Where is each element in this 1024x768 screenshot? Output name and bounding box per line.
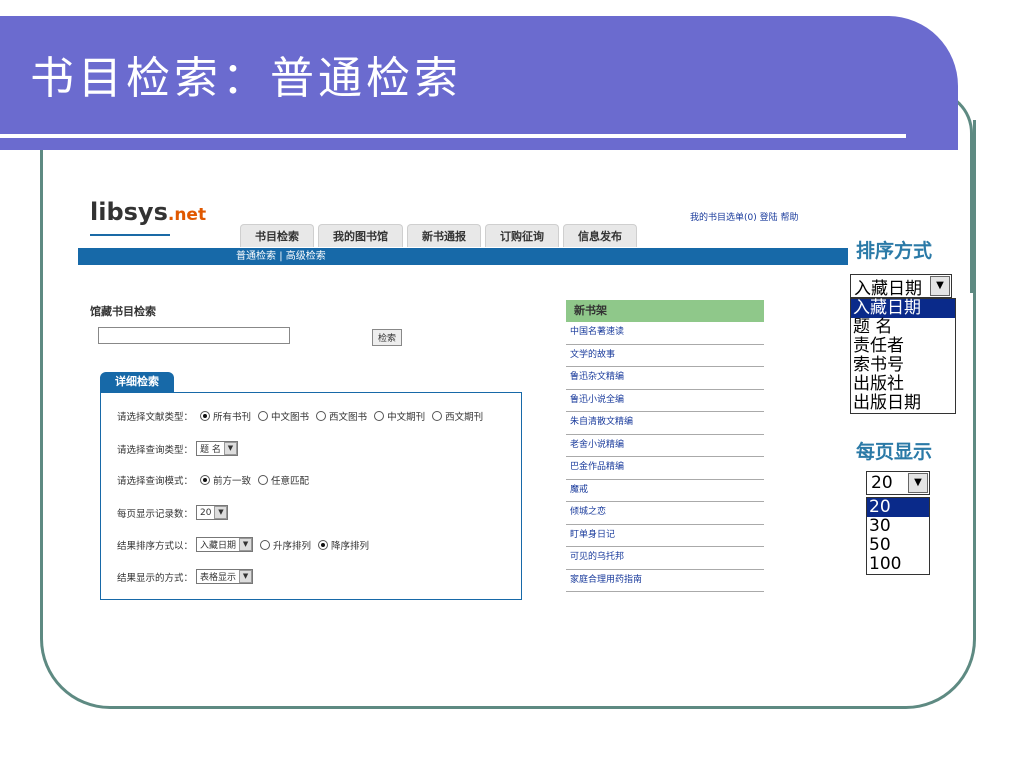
per-page-dropdown-value: 20 xyxy=(871,473,893,493)
subnav-basic-search[interactable]: 普通检索 xyxy=(236,251,276,262)
list-item[interactable]: 鲁迅小说全编 xyxy=(566,390,764,412)
doc-type-radio-west-book[interactable] xyxy=(316,411,327,421)
list-item[interactable]: 中国名著速读 xyxy=(566,322,764,345)
sort-field-select[interactable]: 入藏日期 ▼ xyxy=(196,537,254,552)
tab-new-books[interactable]: 新书通报 xyxy=(407,224,481,247)
mode-radio-prefix[interactable] xyxy=(200,475,211,485)
advanced-search-tab[interactable]: 详细检索 xyxy=(100,372,174,392)
tab-my-library[interactable]: 我的图书馆 xyxy=(318,224,403,247)
query-type-row: 请选择查询类型： 题 名 ▼ xyxy=(117,441,238,456)
doc-type-option: 西文期刊 xyxy=(445,412,484,423)
chevron-down-icon: ▼ xyxy=(908,473,928,493)
list-item[interactable]: 魔戒 xyxy=(566,480,764,502)
sort-row: 结果排序方式以： 入藏日期 ▼ 升序排列 降序排列 xyxy=(117,537,369,552)
per-page-label: 每页显示记录数： xyxy=(117,508,194,520)
doc-type-radio-west-journal[interactable] xyxy=(432,411,443,421)
sort-option[interactable]: 索书号 xyxy=(851,356,955,375)
per-page-option[interactable]: 20 xyxy=(867,498,929,517)
sort-order-option: 降序排列 xyxy=(331,540,370,552)
nav-bar xyxy=(78,248,848,265)
display-row: 结果显示的方式： 表格显示 ▼ xyxy=(117,569,254,584)
list-item[interactable]: 可见的乌托邦 xyxy=(566,547,764,570)
title-divider xyxy=(0,134,906,138)
slide-title: 书目检索：普通检索 xyxy=(30,53,462,104)
sort-dropdown-value: 入藏日期 xyxy=(854,278,922,299)
chevron-down-icon: ▼ xyxy=(223,442,237,455)
sub-nav: 普通检索 | 高级检索 xyxy=(236,249,326,264)
sort-option[interactable]: 题 名 xyxy=(851,318,955,337)
query-mode-row: 请选择查询模式： 前方一致 任意匹配 xyxy=(117,473,309,487)
query-mode-label: 请选择查询模式： xyxy=(117,476,194,487)
list-item[interactable]: 文学的故事 xyxy=(566,345,764,367)
query-type-select[interactable]: 题 名 ▼ xyxy=(196,441,238,456)
list-item[interactable]: 巴金作品精编 xyxy=(566,457,764,480)
per-page-option[interactable]: 30 xyxy=(867,517,929,536)
new-books-panel: 新书架 中国名著速读 文学的故事 鲁迅杂文精编 鲁迅小说全编 朱自清散文精编 老… xyxy=(566,300,764,592)
per-page-options-list: 20 30 50 100 xyxy=(866,497,930,575)
chevron-down-icon: ▼ xyxy=(239,538,253,551)
doc-type-radio-cn-book[interactable] xyxy=(258,411,269,421)
per-page-option[interactable]: 100 xyxy=(867,555,929,574)
top-links[interactable]: 我的书目选单(0) 登陆 帮助 xyxy=(690,210,798,223)
doc-type-option: 西文图书 xyxy=(329,412,368,423)
sort-option[interactable]: 责任者 xyxy=(851,337,955,356)
subnav-separator: | xyxy=(279,251,283,262)
per-page-select[interactable]: 20 ▼ xyxy=(196,505,229,520)
display-mode-select[interactable]: 表格显示 ▼ xyxy=(196,569,254,584)
doc-type-row: 请选择文献类型： 所有书刊 中文图书 西文图书 中文期刊 西文期刊 xyxy=(117,409,483,423)
sort-heading: 排序方式 xyxy=(856,240,933,262)
doc-type-option: 中文期刊 xyxy=(387,412,426,423)
tab-order-inquiry[interactable]: 订购征询 xyxy=(485,224,559,247)
doc-type-option: 所有书刊 xyxy=(213,412,252,423)
list-item[interactable]: 鲁迅杂文精编 xyxy=(566,367,764,390)
sort-options-list: 入藏日期 题 名 责任者 索书号 出版社 出版日期 xyxy=(850,298,956,414)
list-item[interactable]: 老舍小说精编 xyxy=(566,435,764,457)
doc-type-option: 中文图书 xyxy=(271,412,310,423)
section-title: 馆藏书目检索 xyxy=(90,305,156,318)
tab-catalog-search[interactable]: 书目检索 xyxy=(240,224,314,247)
sort-dropdown[interactable]: 入藏日期 ▼ xyxy=(850,274,952,299)
main-tabs: 书目检索 我的图书馆 新书通报 订购征询 信息发布 xyxy=(240,224,637,247)
sort-order-option: 升序排列 xyxy=(273,540,312,552)
new-books-title: 新书架 xyxy=(566,300,764,322)
list-item[interactable]: 盯单身日记 xyxy=(566,525,764,547)
chevron-down-icon: ▼ xyxy=(930,276,950,296)
per-page-option[interactable]: 50 xyxy=(867,536,929,555)
chevron-down-icon: ▼ xyxy=(214,506,228,519)
search-button[interactable]: 检索 xyxy=(372,329,403,346)
sort-label: 结果排序方式以： xyxy=(117,540,194,552)
chevron-down-icon: ▼ xyxy=(239,570,253,583)
doc-type-radio-cn-journal[interactable] xyxy=(374,411,385,421)
sort-radio-asc[interactable] xyxy=(260,539,271,550)
list-item[interactable]: 倾城之恋 xyxy=(566,502,764,525)
per-page-row: 每页显示记录数： 20 ▼ xyxy=(117,505,229,520)
sort-option[interactable]: 出版社 xyxy=(851,375,955,394)
logo-underline xyxy=(90,234,170,236)
doc-type-label: 请选择文献类型： xyxy=(117,412,194,423)
per-page-heading: 每页显示 xyxy=(856,441,933,463)
advanced-search-panel: 请选择文献类型： 所有书刊 中文图书 西文图书 中文期刊 西文期刊 请选择查询类… xyxy=(100,392,522,600)
query-type-label: 请选择查询类型： xyxy=(117,444,194,456)
subnav-advanced-search[interactable]: 高级检索 xyxy=(286,251,326,262)
logo[interactable]: libsys.net xyxy=(90,198,206,226)
list-item[interactable]: 朱自清散文精编 xyxy=(566,412,764,435)
tab-announcements[interactable]: 信息发布 xyxy=(563,224,637,247)
doc-type-radio-all[interactable] xyxy=(200,411,211,421)
sort-radio-desc[interactable] xyxy=(318,539,329,550)
list-item[interactable]: 家庭合理用药指南 xyxy=(566,570,764,592)
display-label: 结果显示的方式： xyxy=(117,572,194,584)
mode-option: 任意匹配 xyxy=(271,476,310,487)
opac-screenshot: libsys.net 我的书目选单(0) 登陆 帮助 书目检索 我的图书馆 新书… xyxy=(78,190,848,610)
sort-option[interactable]: 出版日期 xyxy=(851,394,955,413)
per-page-dropdown[interactable]: 20 ▼ xyxy=(866,471,930,495)
mode-option: 前方一致 xyxy=(213,476,252,487)
sort-option[interactable]: 入藏日期 xyxy=(851,299,955,318)
mode-radio-any[interactable] xyxy=(258,475,269,485)
search-input[interactable] xyxy=(98,327,290,344)
